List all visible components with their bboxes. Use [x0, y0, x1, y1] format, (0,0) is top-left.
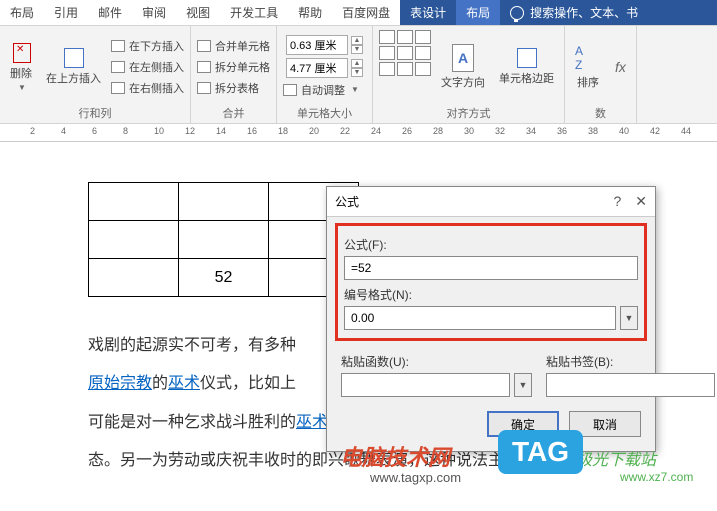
- table-cell[interactable]: [179, 221, 269, 259]
- pastefn-label: 粘贴函数(U):: [341, 353, 532, 370]
- group-rows-cols: 删除▼ 在上方插入 在下方插入 在左侧插入 在右侧插入 行和列: [0, 26, 191, 123]
- text-direction-button[interactable]: 文字方向: [437, 30, 489, 103]
- tab-review[interactable]: 审阅: [132, 0, 176, 25]
- tab-mail[interactable]: 邮件: [88, 0, 132, 25]
- pastefn-select[interactable]: [341, 373, 510, 397]
- col-width-input[interactable]: [286, 58, 348, 78]
- chevron-down-icon: ▼: [351, 85, 359, 94]
- numfmt-dropdown[interactable]: ▼: [620, 306, 638, 330]
- pastebm-label: 粘贴书签(B):: [546, 353, 717, 370]
- insert-below-icon: [111, 40, 125, 52]
- watermark-text2: 极光下载站: [576, 446, 656, 470]
- insert-below-button[interactable]: 在下方插入: [111, 37, 184, 55]
- close-button[interactable]: ✕: [635, 193, 647, 210]
- group-alignment: 文字方向 单元格边距 对齐方式: [373, 26, 565, 123]
- delete-button[interactable]: 删除▼: [6, 30, 36, 103]
- formula-button[interactable]: fx: [611, 30, 630, 103]
- fx-icon: fx: [615, 59, 626, 75]
- link-religion[interactable]: 原始宗教: [88, 375, 152, 392]
- tab-help[interactable]: 帮助: [288, 0, 332, 25]
- row-height-input[interactable]: [286, 35, 348, 55]
- insert-right-button[interactable]: 在右侧插入: [111, 79, 184, 97]
- numfmt-input[interactable]: [344, 306, 616, 330]
- split-table-icon: [197, 82, 211, 94]
- group-label-alignment: 对齐方式: [379, 103, 558, 121]
- tab-layout1[interactable]: 布局: [0, 0, 44, 25]
- row-height: ▲▼: [283, 35, 366, 55]
- group-cell-size: ▲▼ ▲▼ 自动调整▼ 单元格大小: [277, 26, 373, 123]
- autofit-icon: [283, 84, 297, 96]
- link-shamanism2[interactable]: 巫术: [296, 414, 328, 431]
- dialog-titlebar[interactable]: 公式 ? ✕: [327, 187, 655, 217]
- table-cell[interactable]: [89, 183, 179, 221]
- tab-references[interactable]: 引用: [44, 0, 88, 25]
- table-cell[interactable]: 52: [179, 259, 269, 297]
- group-merge: 合并单元格 拆分单元格 拆分表格 合并: [191, 26, 277, 123]
- tab-table-design[interactable]: 表设计: [400, 0, 456, 25]
- tell-me[interactable]: 搜索操作、文本、书: [500, 0, 717, 25]
- bulb-icon: [510, 6, 524, 20]
- watermark-url2: www.xz7.com: [620, 470, 693, 484]
- cell-margins-icon: [517, 48, 537, 68]
- height-spinner[interactable]: ▲▼: [351, 36, 363, 54]
- watermark-url: www.tagxp.com: [370, 470, 461, 485]
- autofit-button[interactable]: 自动调整▼: [283, 81, 366, 99]
- sort-button[interactable]: 排序: [571, 30, 605, 103]
- help-button[interactable]: ?: [613, 193, 621, 210]
- insert-right-icon: [111, 82, 125, 94]
- insert-above-button[interactable]: 在上方插入: [42, 30, 105, 103]
- table-cell[interactable]: [179, 183, 269, 221]
- delete-icon: [10, 41, 32, 63]
- watermark-tag: TAG: [498, 430, 583, 474]
- merge-cells-button[interactable]: 合并单元格: [197, 37, 270, 55]
- pastebm-select[interactable]: [546, 373, 715, 397]
- dialog-title: 公式: [335, 193, 359, 210]
- chevron-down-icon: ▼: [18, 83, 26, 92]
- group-label-data: 数: [571, 103, 630, 121]
- group-label-merge: 合并: [197, 103, 270, 121]
- tell-me-text: 搜索操作、文本、书: [530, 4, 638, 21]
- alignment-grid[interactable]: [379, 30, 431, 103]
- group-data: 排序 fx 数: [565, 26, 637, 123]
- sort-icon: [575, 44, 601, 72]
- numfmt-label: 编号格式(N):: [344, 286, 638, 303]
- split-table-button[interactable]: 拆分表格: [197, 79, 270, 97]
- tab-bar: 布局 引用 邮件 审阅 视图 开发工具 帮助 百度网盘 表设计 布局 搜索操作、…: [0, 0, 717, 26]
- text-direction-icon: [452, 44, 474, 72]
- insert-left-button[interactable]: 在左侧插入: [111, 58, 184, 76]
- group-label-rows-cols: 行和列: [6, 103, 184, 121]
- link-shamanism[interactable]: 巫术: [168, 375, 200, 392]
- table-cell[interactable]: [89, 221, 179, 259]
- insert-above-icon: [64, 48, 84, 68]
- document-table[interactable]: 52: [88, 182, 359, 297]
- formula-label: 公式(F):: [344, 236, 638, 253]
- formula-dialog: 公式 ? ✕ 公式(F): 编号格式(N): ▼ 粘贴函数(U): ▼ 粘贴书签…: [326, 186, 656, 452]
- ruler[interactable]: 2468101214161820222426283032343638404244: [0, 124, 717, 142]
- col-width: ▲▼: [283, 58, 366, 78]
- table-cell[interactable]: [89, 259, 179, 297]
- watermark-text: 电脑技术网: [340, 440, 450, 472]
- split-cells-button[interactable]: 拆分单元格: [197, 58, 270, 76]
- tab-baidu[interactable]: 百度网盘: [332, 0, 400, 25]
- tab-table-layout[interactable]: 布局: [456, 0, 500, 25]
- group-label-cell-size: 单元格大小: [283, 103, 366, 121]
- merge-icon: [197, 40, 211, 52]
- ribbon: 删除▼ 在上方插入 在下方插入 在左侧插入 在右侧插入 行和列 合并单元格 拆分…: [0, 26, 717, 124]
- width-spinner[interactable]: ▲▼: [351, 59, 363, 77]
- tab-developer[interactable]: 开发工具: [220, 0, 288, 25]
- cell-margins-button[interactable]: 单元格边距: [495, 30, 558, 103]
- pastefn-dropdown[interactable]: ▼: [514, 373, 532, 397]
- insert-left-icon: [111, 61, 125, 73]
- tab-view[interactable]: 视图: [176, 0, 220, 25]
- formula-input[interactable]: [344, 256, 638, 280]
- split-icon: [197, 61, 211, 73]
